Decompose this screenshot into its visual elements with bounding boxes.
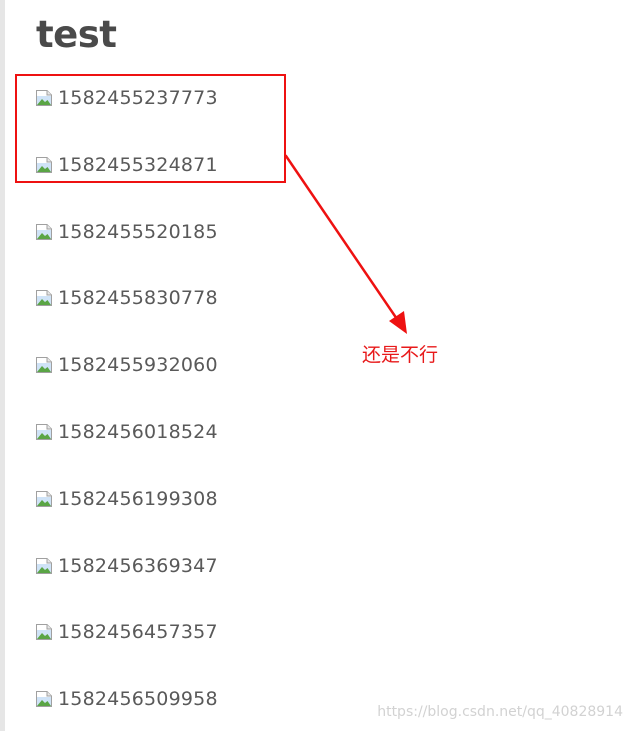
image-alt-text: 1582455324871 bbox=[58, 153, 218, 176]
image-item: 1582455520185 bbox=[35, 220, 218, 287]
image-item: 1582456018524 bbox=[35, 420, 218, 487]
image-item: 1582455932060 bbox=[35, 353, 218, 420]
image-item: 1582456509958 bbox=[35, 687, 218, 731]
broken-image-icon bbox=[36, 90, 52, 106]
image-alt-text: 1582456509958 bbox=[58, 688, 218, 711]
page-title: test bbox=[36, 13, 117, 56]
annotation-text: 还是不行 bbox=[362, 344, 439, 366]
image-item: 1582456457357 bbox=[35, 620, 218, 687]
image-alt-text: 1582456369347 bbox=[58, 554, 218, 577]
broken-image-icon bbox=[36, 223, 52, 240]
image-alt-text: 1582455520185 bbox=[58, 220, 218, 243]
image-item: 1582456199308 bbox=[35, 487, 218, 554]
image-alt-text: 1582456199308 bbox=[58, 487, 218, 510]
broken-image-icon bbox=[36, 423, 52, 440]
broken-image-icon bbox=[36, 691, 52, 708]
broken-image-icon bbox=[36, 357, 52, 374]
image-alt-text: 1582455237773 bbox=[58, 87, 218, 109]
broken-image-icon bbox=[36, 490, 52, 507]
left-border bbox=[0, 0, 5, 731]
watermark: https://blog.csdn.net/qq_40828914 bbox=[377, 704, 623, 720]
image-item: 1582455237773 bbox=[35, 86, 218, 153]
image-item: 1582455830778 bbox=[35, 286, 218, 353]
image-alt-text: 1582455830778 bbox=[58, 287, 218, 310]
broken-image-icon bbox=[36, 290, 52, 307]
image-alt-text: 1582455932060 bbox=[58, 354, 218, 377]
broken-image-icon bbox=[36, 557, 52, 574]
broken-image-icon bbox=[36, 156, 52, 173]
image-alt-text: 1582456457357 bbox=[58, 621, 218, 644]
broken-image-icon bbox=[36, 624, 52, 641]
image-item: 1582456369347 bbox=[35, 554, 218, 621]
image-alt-text: 1582456018524 bbox=[58, 420, 218, 443]
image-item: 1582455324871 bbox=[35, 153, 218, 220]
image-list: 1582455237773 1582455324871 158245552018… bbox=[35, 86, 218, 731]
